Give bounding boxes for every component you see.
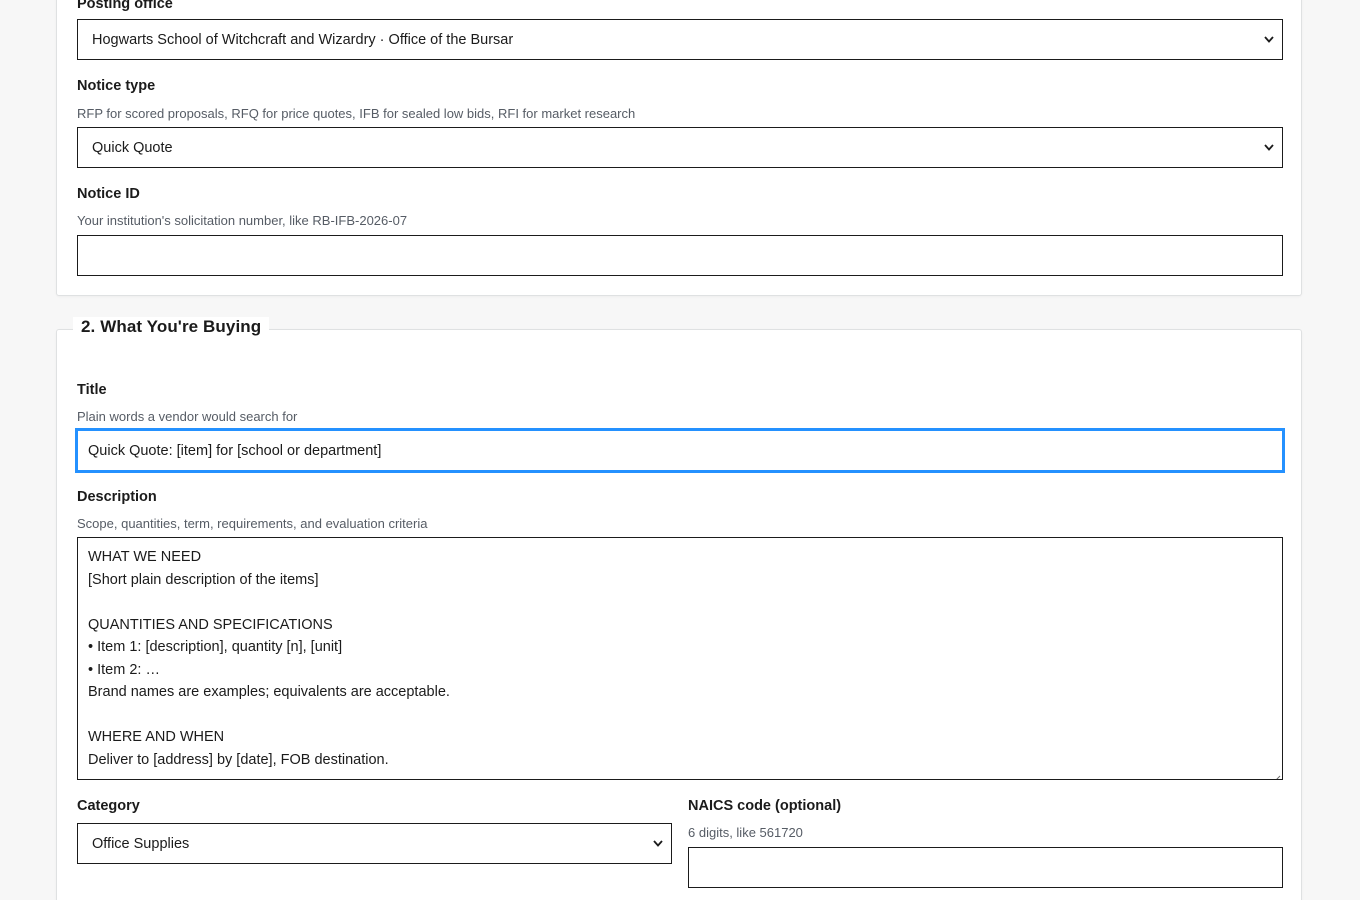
procurement-form-page: Posting office Hogwarts School of Witchc… [0,0,1360,900]
description-line: [Short plain description of the items] [88,571,319,588]
posting-office-label: Posting office [77,0,173,12]
description-line: WHERE AND WHEN [88,729,225,745]
resize-handle-icon[interactable] [1272,769,1281,779]
title-value: Quick Quote: [item] for [school or depar… [88,442,382,459]
description-textarea[interactable]: WHAT WE NEED [Short plain description of… [77,537,1283,780]
category-select[interactable]: Office Supplies [77,823,672,864]
naics-label: NAICS code (optional) [688,798,842,814]
notice-type-hint: RFP for scored proposals, RFQ for price … [77,106,636,121]
posting-office-value: Hogwarts School of Witchcraft and Wizard… [92,31,514,48]
notice-type-value: Quick Quote [92,139,173,156]
chevron-down-icon [1258,128,1280,167]
naics-input[interactable] [688,847,1283,888]
notice-id-input[interactable] [77,235,1283,276]
description-line: Deliver to [address] by [date], FOB dest… [88,751,389,768]
title-input[interactable]: Quick Quote: [item] for [school or depar… [75,428,1285,473]
section-what-youre-buying: 2. What You're Buying Title Plain words … [56,317,1302,900]
category-label: Category [77,798,140,814]
notice-id-hint: Your institution's solicitation number, … [77,213,408,228]
notice-id-label: Notice ID [77,186,140,202]
description-line: WHAT WE NEED [88,549,202,565]
chevron-down-icon [1258,20,1280,59]
description-line: Brand names are examples; equivalents ar… [88,684,450,700]
section-legend: 2. What You're Buying [73,317,270,337]
description-label: Description [77,489,157,505]
notice-type-label: Notice type [77,78,156,94]
section-posting-details: Posting office Hogwarts School of Witchc… [56,0,1302,296]
description-line: • Item 2: … [88,661,160,678]
description-line: • Item 1: [description], quantity [n], [… [88,639,343,655]
notice-type-select[interactable]: Quick Quote [77,127,1283,168]
description-line [88,591,1272,614]
title-label: Title [77,382,107,398]
description-line: QUANTITIES AND SPECIFICATIONS [88,616,333,633]
posting-office-select[interactable]: Hogwarts School of Witchcraft and Wizard… [77,19,1283,60]
category-value: Office Supplies [92,835,190,852]
description-hint: Scope, quantities, term, requirements, a… [77,516,428,531]
naics-hint: 6 digits, like 561720 [688,825,803,840]
chevron-down-icon [647,824,669,863]
title-hint: Plain words a vendor would search for [77,409,298,424]
description-line [88,704,1272,727]
